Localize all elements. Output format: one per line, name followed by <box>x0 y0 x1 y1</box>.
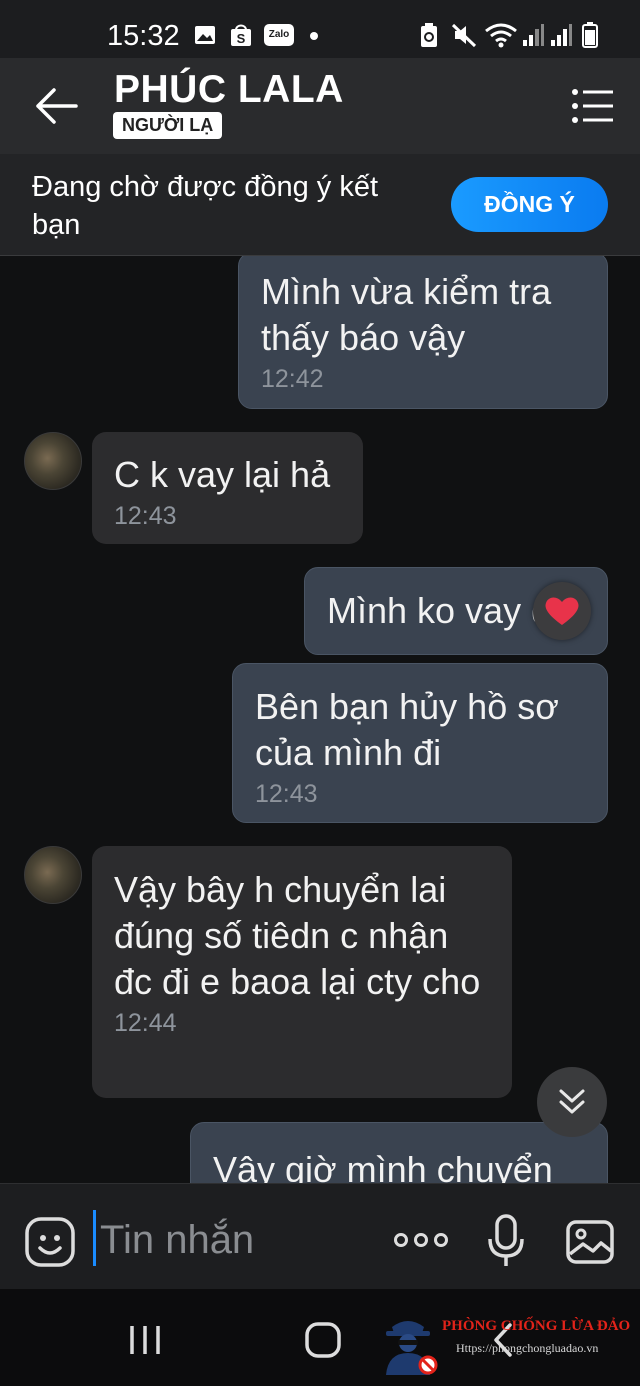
avatar[interactable] <box>24 846 82 904</box>
status-bar: 15:32 S Zalo <box>0 0 640 58</box>
signal-icon <box>551 24 572 46</box>
battery-icon <box>582 22 598 48</box>
message-bubble[interactable]: Vậy bây h chuyển lai đúng số tiêdn c nhậ… <box>92 846 512 1098</box>
message-bubble[interactable]: Mình vừa kiểm tra thấy báo vậy 12:42 <box>238 256 608 409</box>
chat-header: PHÚC LALA NGƯỜI LẠ <box>0 58 640 154</box>
message-time: 12:42 <box>261 365 324 393</box>
back-arrow-icon[interactable] <box>30 86 82 126</box>
message-time: 12:44 <box>114 1009 177 1037</box>
more-options-icon[interactable] <box>393 1232 449 1248</box>
reaction-badge[interactable] <box>533 582 591 640</box>
message-bubble[interactable]: Vậy giờ mình chuyển <box>190 1122 608 1183</box>
sticker-icon[interactable] <box>24 1216 76 1268</box>
message-text: Bên bạn hủy hồ sơ của mình đi <box>255 686 559 773</box>
message-time: 12:43 <box>255 780 318 808</box>
friend-request-bar: Đang chờ được đồng ý kết bạn ĐỒNG Ý <box>0 154 640 256</box>
message-time: 12:43 <box>114 502 177 530</box>
image-icon[interactable] <box>566 1220 614 1264</box>
scroll-to-bottom-button[interactable] <box>537 1067 607 1137</box>
watermark-url: Https://phongchongluadao.vn <box>456 1341 599 1355</box>
detective-icon <box>386 1321 438 1375</box>
text-caret <box>93 1210 96 1266</box>
menu-icon[interactable] <box>572 88 614 124</box>
wifi-icon <box>485 23 517 48</box>
friend-request-text: Đang chờ được đồng ý kết bạn <box>32 171 379 241</box>
message-bubble[interactable]: C k vay lại hả 12:43 <box>92 432 363 544</box>
stranger-badge: NGƯỜI LẠ <box>113 112 223 139</box>
message-text: Mình vừa kiểm tra thấy báo vậy <box>261 271 552 358</box>
avatar[interactable] <box>24 432 82 490</box>
zalo-icon: Zalo <box>264 24 294 46</box>
message-text: Vậy giờ mình chuyển <box>213 1149 553 1183</box>
status-time: 15:32 <box>107 20 180 52</box>
dot-icon <box>310 32 318 40</box>
message-list[interactable]: Mình vừa kiểm tra thấy báo vậy 12:42 C k… <box>0 256 640 1183</box>
mute-icon <box>451 23 477 48</box>
watermark-title: PHÒNG CHỐNG LỪA ĐẢO <box>442 1318 631 1334</box>
message-input[interactable] <box>98 1212 362 1268</box>
signal-icon <box>523 24 544 46</box>
battery-saver-icon <box>421 23 437 47</box>
microphone-icon[interactable] <box>487 1214 525 1268</box>
double-chevron-down-icon <box>559 1089 585 1114</box>
accept-friend-button[interactable]: ĐỒNG Ý <box>451 177 608 232</box>
heart-icon <box>545 597 579 625</box>
recent-apps-icon[interactable] <box>128 1324 162 1356</box>
message-bubble[interactable]: Bên bạn hủy hồ sơ của mình đi 12:43 <box>232 663 608 823</box>
message-text: C k vay lại hả <box>114 454 331 495</box>
zalo-icon-label: Zalo <box>268 29 290 40</box>
watermark: PHÒNG CHỐNG LỪA ĐẢO Https://phongchonglu… <box>378 1309 640 1379</box>
contact-name[interactable]: PHÚC LALA <box>114 68 344 112</box>
shopee-icon: S <box>231 24 251 46</box>
home-icon[interactable] <box>305 1322 341 1358</box>
image-icon <box>195 26 215 44</box>
message-text: Vậy bây h chuyển lai đúng số tiêdn c nhậ… <box>114 869 481 1002</box>
system-nav-bar: PHÒNG CHỐNG LỪA ĐẢO Https://phongchonglu… <box>0 1289 640 1386</box>
message-composer <box>0 1183 640 1290</box>
svg-text:S: S <box>237 31 246 46</box>
